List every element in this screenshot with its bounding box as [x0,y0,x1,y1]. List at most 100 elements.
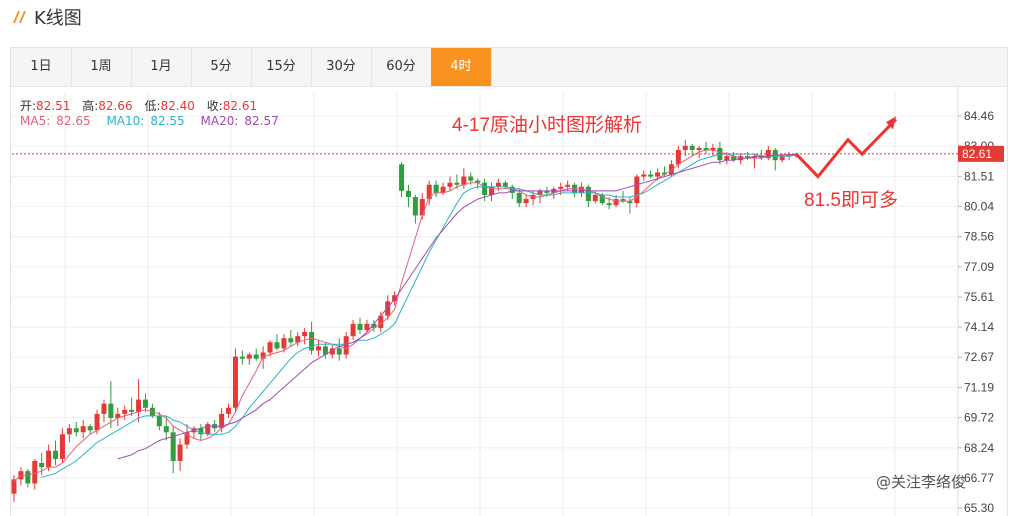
candle-body [565,184,571,187]
candle [405,184,411,208]
annotation-target: 81.5即可多 [804,189,898,211]
candle [177,438,183,472]
candle-body [239,356,245,359]
candle [288,330,294,347]
candle-body [302,332,308,337]
candle [357,317,363,335]
candle [648,170,654,179]
candle-body [205,424,211,435]
low-value: 82.40 [160,99,195,113]
candle-body [80,426,86,433]
projection-arrow-path [794,118,898,179]
candle-body [66,428,72,435]
candle-body [315,346,321,351]
candle [578,182,584,198]
ma20-line [117,154,796,460]
kline-chart[interactable]: 84.4683.0081.5180.0478.5677.0975.6174.14… [0,0,1010,516]
candle [315,340,321,357]
candle [25,469,31,488]
candle [489,182,495,202]
candle [170,426,176,474]
candle-body [253,354,259,359]
candle [191,426,197,439]
candle-body [309,332,315,351]
ma10-value: 82.55 [150,114,185,128]
candle-body [447,182,453,187]
candle-body [336,348,342,355]
candle [399,162,405,198]
high-label: 高: [82,99,99,113]
candle-body [288,338,294,343]
candle-body [59,434,65,459]
candle-body [779,156,785,161]
candle [101,399,107,423]
candle-body [592,194,598,202]
candle [585,184,591,208]
candle-body [516,192,522,204]
open-label: 开: [20,99,37,113]
candle-body [136,399,142,412]
candle-body [523,199,529,204]
watermark: @关注李络俊 [876,473,966,491]
candle-body [11,479,17,494]
candle-body [94,413,100,431]
candle-body [495,182,501,187]
candle-body [350,323,356,337]
y-tick-label: 74.14 [964,320,994,334]
candle-body [509,186,515,193]
candle [226,403,232,418]
candle-body [724,156,730,161]
chart-grid [12,87,959,516]
candle-body [274,342,280,349]
y-tick-label: 66.77 [964,471,994,485]
candle-body [156,415,162,427]
candle [253,348,259,361]
candle [461,168,467,189]
candle-body [226,407,232,414]
candle-body [142,399,148,408]
y-tick-label: 80.04 [964,199,994,213]
candle-body [405,190,411,198]
candle-body [87,426,93,431]
candle [703,141,709,155]
ma20-label: MA20: [200,114,239,128]
candle [433,180,439,198]
y-tick-label: 72.67 [964,350,994,364]
candle [239,350,245,365]
candle-body [177,444,183,461]
current-price-tag: 82.61 [958,145,1004,162]
candle-body [246,354,252,359]
candle-body [385,301,391,316]
high-value: 82.66 [98,99,133,113]
candle-body [101,403,107,414]
y-tick-label: 81.51 [964,169,994,183]
candle-body [634,176,640,204]
candle-body [689,145,695,150]
y-tick-label: 68.24 [964,441,994,455]
candle [232,348,238,412]
candle-body [73,428,79,433]
candle [302,327,308,345]
candle-body [232,356,238,408]
candle-body [419,199,425,216]
candle [80,420,86,439]
candle-body [129,409,135,412]
candle-body [558,186,564,189]
ma10-label: MA10: [106,114,145,128]
candle-body [433,184,439,193]
price-axis: 84.4683.0081.5180.0478.5677.0975.6174.14… [958,109,994,515]
y-tick-label: 75.61 [964,290,994,304]
candle-body [399,164,405,191]
y-tick-label: 84.46 [964,109,994,123]
ma20-value: 82.57 [244,114,279,128]
candle-body [613,199,619,206]
candle [745,152,751,161]
candle-body [648,174,654,177]
candle-body [53,450,59,459]
open-value: 82.51 [36,99,71,113]
y-tick-label: 69.72 [964,411,994,425]
candle [412,194,418,224]
candle-body [696,147,702,150]
candle [772,147,778,171]
candle-body [461,176,467,185]
